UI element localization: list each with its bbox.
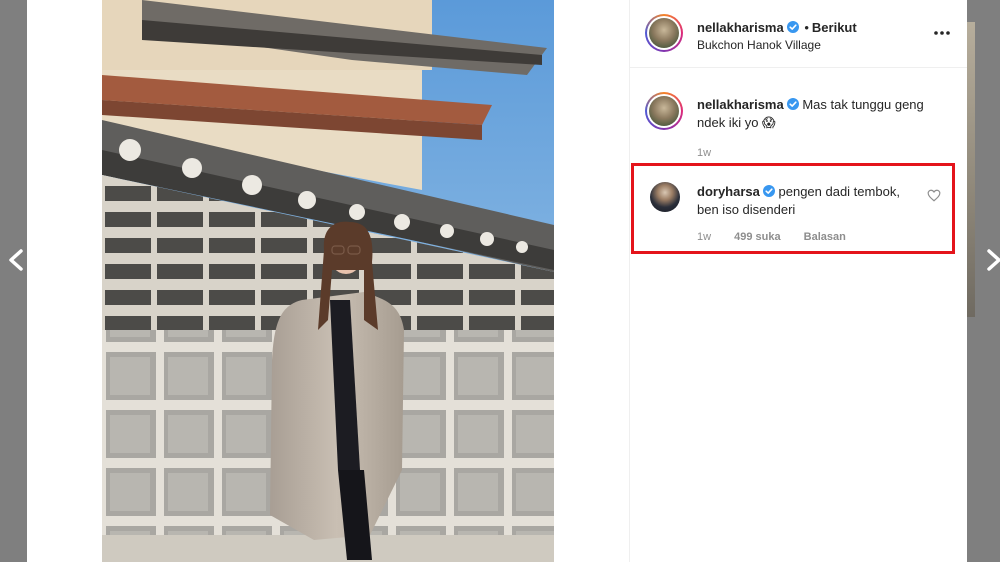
post-details-panel: nellakharisma • Berikut Bukchon Hanok Vil…	[629, 0, 967, 562]
verified-badge-icon	[786, 21, 799, 33]
caption-timestamp[interactable]: 1w	[697, 147, 711, 159]
author-line: nellakharisma • Berikut	[697, 20, 857, 35]
scream-emoji-icon: 😱	[762, 115, 776, 130]
author-avatar[interactable]	[645, 14, 683, 52]
caption-text-block: nellakharisma Mas tak tunggu geng ndek i…	[697, 96, 947, 132]
next-post-preview	[967, 22, 975, 317]
verified-badge-icon	[786, 98, 799, 110]
comment-likes[interactable]: 499 suka	[734, 231, 780, 243]
next-post-button[interactable]	[982, 246, 1000, 274]
follow-button[interactable]: Berikut	[812, 20, 857, 35]
commenter-username[interactable]: doryharsa	[697, 184, 760, 199]
comment-text-block: doryharsa pengen dadi tembok, ben iso di…	[697, 183, 907, 219]
post-caption: nellakharisma Mas tak tunggu geng ndek i…	[630, 80, 968, 160]
caption-author-avatar[interactable]	[645, 92, 683, 130]
heart-outline-icon[interactable]	[927, 189, 941, 202]
author-username[interactable]: nellakharisma	[697, 20, 784, 35]
caption-username[interactable]: nellakharisma	[697, 97, 784, 112]
chevron-left-icon	[9, 249, 23, 271]
post-header: nellakharisma • Berikut Bukchon Hanok Vil…	[630, 0, 967, 68]
verified-badge-icon	[762, 185, 775, 197]
post-modal: nellakharisma • Berikut Bukchon Hanok Vil…	[27, 0, 967, 562]
post-photo[interactable]	[102, 0, 554, 562]
chevron-right-icon	[987, 249, 1000, 271]
comment-timestamp[interactable]: 1w	[697, 231, 711, 243]
commenter-avatar[interactable]	[650, 182, 680, 212]
post-media	[27, 0, 629, 562]
comment-item: doryharsa pengen dadi tembok, ben iso di…	[630, 168, 968, 252]
post-location[interactable]: Bukchon Hanok Village	[697, 38, 821, 52]
reply-button[interactable]: Balasan	[804, 231, 846, 243]
previous-post-button[interactable]	[4, 246, 28, 274]
more-options-icon[interactable]	[932, 26, 952, 40]
comment-meta: 1w 499 suka Balasan	[697, 231, 866, 243]
header-separator: •	[804, 20, 809, 35]
